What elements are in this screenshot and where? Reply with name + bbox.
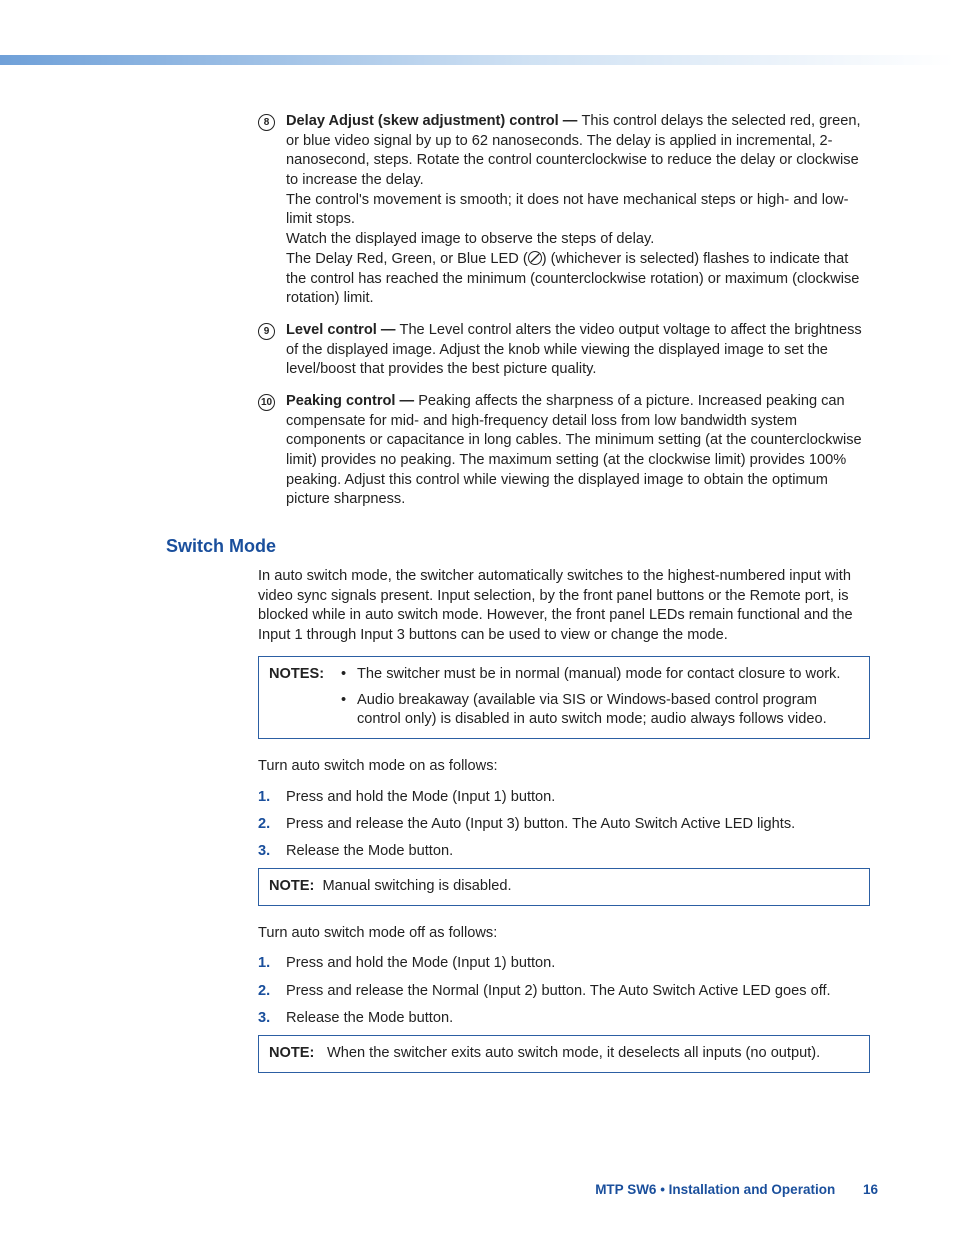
notes-label: NOTES: xyxy=(269,665,341,685)
circled-number-icon: 8 xyxy=(258,114,275,131)
step-number: 1. xyxy=(258,953,270,974)
list-item: 3. Release the Mode button. xyxy=(258,1008,870,1029)
step-number: 3. xyxy=(258,1008,270,1029)
note-text: Manual switching is disabled. xyxy=(323,878,512,894)
item-title: Delay Adjust (skew adjustment) control — xyxy=(286,113,581,129)
lead-text: Turn auto switch mode on as follows: xyxy=(258,757,870,777)
step-text: Press and release the Auto (Input 3) but… xyxy=(286,816,795,832)
item-title: Peaking control — xyxy=(286,393,418,409)
note-row: NOTES: • The switcher must be in normal … xyxy=(269,665,859,685)
list-item: 3. Release the Mode button. xyxy=(258,841,870,862)
note-row: • Audio breakaway (available via SIS or … xyxy=(269,691,859,730)
note-text: When the switcher exits auto switch mode… xyxy=(327,1044,859,1064)
list-item: 2. Press and release the Auto (Input 3) b… xyxy=(258,814,870,835)
steps-off-list: 1. Press and hold the Mode (Input 1) butt… xyxy=(258,953,870,1028)
led-circle-slash-icon xyxy=(528,251,542,265)
footer-text: MTP SW6 • Installation and Operation xyxy=(595,1182,835,1197)
note-text: The switcher must be in normal (manual) … xyxy=(357,665,859,685)
step-number: 1. xyxy=(258,787,270,808)
lead-text: Turn auto switch mode off as follows: xyxy=(258,924,870,944)
numbered-item-8: 8 Delay Adjust (skew adjustment) control… xyxy=(258,112,870,309)
step-text: Press and hold the Mode (Input 1) button… xyxy=(286,955,555,971)
item-paragraph: Delay Adjust (skew adjustment) control —… xyxy=(286,112,870,191)
bullet-icon: • xyxy=(341,665,357,685)
step-number: 2. xyxy=(258,981,270,1002)
notes-box: NOTES: • The switcher must be in normal … xyxy=(258,656,870,739)
step-number: 2. xyxy=(258,814,270,835)
item-paragraph: Watch the displayed image to observe the… xyxy=(286,230,870,250)
numbered-item-9: 9 Level control — The Level control alte… xyxy=(258,321,870,380)
item-paragraph: The control's movement is smooth; it doe… xyxy=(286,191,870,230)
step-text: Release the Mode button. xyxy=(286,1010,453,1026)
intro-paragraph: In auto switch mode, the switcher automa… xyxy=(258,567,870,646)
section-heading: Switch Mode xyxy=(166,536,870,557)
step-text: Press and hold the Mode (Input 1) button… xyxy=(286,789,555,805)
list-item: 1. Press and hold the Mode (Input 1) butt… xyxy=(258,787,870,808)
note-text: Audio breakaway (available via SIS or Wi… xyxy=(357,691,859,730)
step-text: Release the Mode button. xyxy=(286,843,453,859)
item-paragraph: Peaking control — Peaking affects the sh… xyxy=(286,392,870,510)
list-item: 2. Press and release the Normal (Input 2)… xyxy=(258,981,870,1002)
item-title: Level control — xyxy=(286,322,400,338)
page-number: 16 xyxy=(863,1182,878,1197)
item-paragraph: The Delay Red, Green, or Blue LED () (wh… xyxy=(286,250,870,309)
item-text: Peaking affects the sharpness of a pictu… xyxy=(286,393,862,507)
step-text: Press and release the Normal (Input 2) b… xyxy=(286,983,831,999)
circled-number-icon: 9 xyxy=(258,323,275,340)
list-item: 1. Press and hold the Mode (Input 1) butt… xyxy=(258,953,870,974)
note-label: NOTE: xyxy=(269,878,314,894)
page-footer: MTP SW6 • Installation and Operation 16 xyxy=(595,1182,878,1197)
note-box: NOTE: When the switcher exits auto switc… xyxy=(258,1035,870,1073)
note-box: NOTE: Manual switching is disabled. xyxy=(258,868,870,906)
note-label: NOTE: xyxy=(269,1044,327,1064)
circled-number-icon: 10 xyxy=(258,394,275,411)
item-paragraph: Level control — The Level control alters… xyxy=(286,321,870,380)
step-number: 3. xyxy=(258,841,270,862)
header-gradient-bar xyxy=(0,55,954,65)
numbered-item-10: 10 Peaking control — Peaking affects the… xyxy=(258,392,870,510)
content-area: 8 Delay Adjust (skew adjustment) control… xyxy=(258,112,870,1085)
steps-on-list: 1. Press and hold the Mode (Input 1) butt… xyxy=(258,787,870,862)
bullet-icon: • xyxy=(341,691,357,730)
page: 8 Delay Adjust (skew adjustment) control… xyxy=(0,0,954,1235)
